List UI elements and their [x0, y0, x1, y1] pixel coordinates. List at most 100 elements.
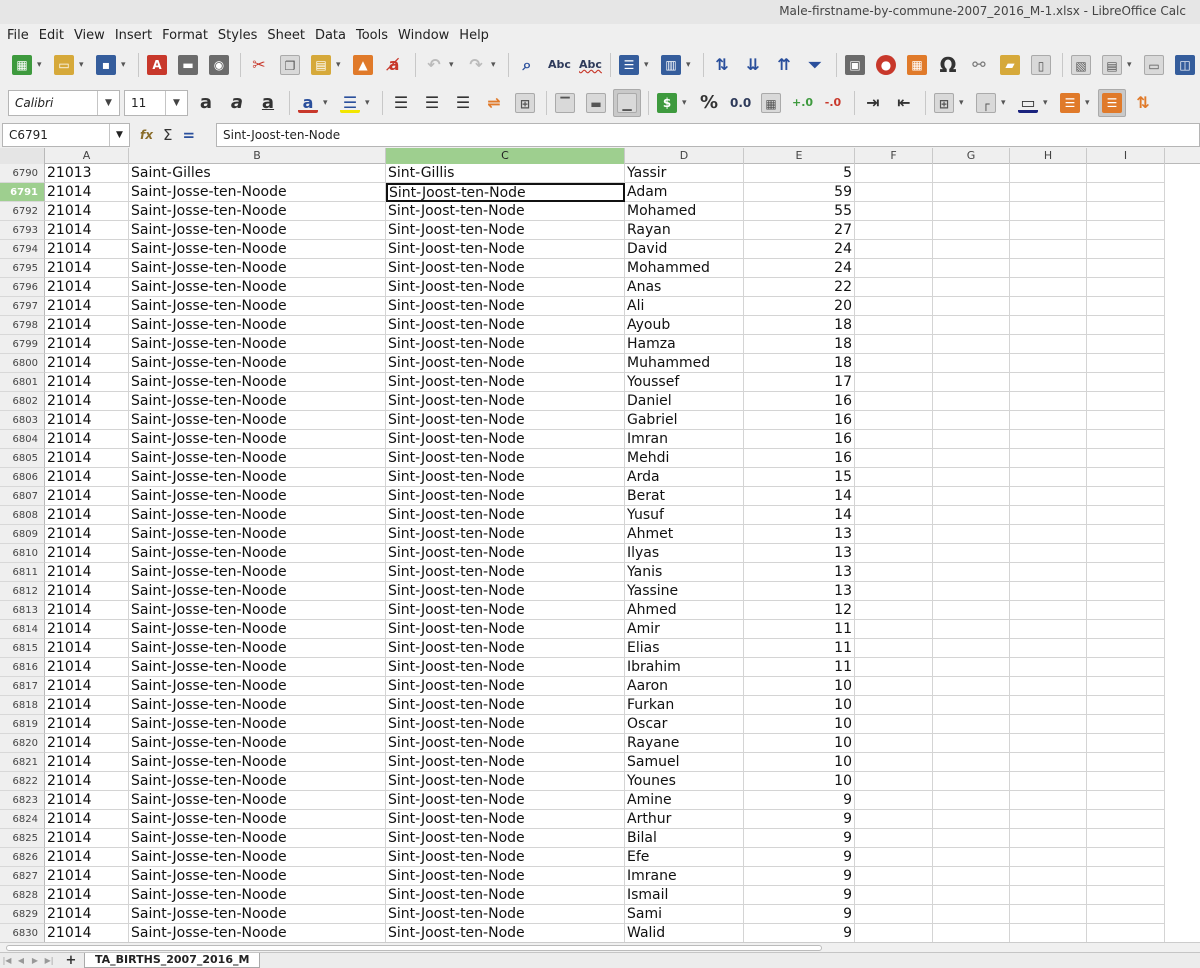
cell-c[interactable]: Sint-Joost-ten-Node	[386, 316, 625, 335]
menu-format[interactable]: Format	[157, 28, 213, 43]
cell-c[interactable]: Sint-Joost-ten-Node	[386, 487, 625, 506]
cell-g[interactable]	[933, 791, 1010, 810]
sort-button[interactable]: ⇅	[708, 51, 736, 79]
date-format-button[interactable]: ▦	[757, 89, 785, 117]
save-dropdown-icon[interactable]: ▾	[121, 60, 131, 70]
freeze-dropdown-icon[interactable]: ▾	[1127, 60, 1137, 70]
column-header-f[interactable]: F	[855, 148, 933, 164]
row-dropdown-icon[interactable]: ▾	[644, 60, 654, 70]
cell-c[interactable]: Sint-Joost-ten-Node	[386, 506, 625, 525]
cell-g[interactable]	[933, 867, 1010, 886]
cell-i[interactable]	[1087, 905, 1165, 924]
menu-help[interactable]: Help	[454, 28, 494, 43]
cell-e[interactable]: 10	[744, 734, 855, 753]
cell-a[interactable]: 21014	[45, 544, 129, 563]
cell-a[interactable]: 21013	[45, 164, 129, 183]
redo-button[interactable]: ↷	[462, 51, 490, 79]
cell-h[interactable]	[1010, 886, 1087, 905]
border-color-button[interactable]: ▭	[1014, 89, 1042, 117]
cell-g[interactable]	[933, 734, 1010, 753]
cell-c[interactable]: Sint-Joost-ten-Node	[386, 791, 625, 810]
row-header[interactable]: 6811	[0, 563, 45, 582]
cell-g[interactable]	[933, 259, 1010, 278]
cell-h[interactable]	[1010, 620, 1087, 639]
cell-e[interactable]: 10	[744, 715, 855, 734]
bold-button[interactable]: a	[192, 89, 220, 117]
align-right-button[interactable]: ☰	[449, 89, 477, 117]
cell-g[interactable]	[933, 525, 1010, 544]
undo-button[interactable]: ↶	[420, 51, 448, 79]
row-header[interactable]: 6821	[0, 753, 45, 772]
cell-b[interactable]: Saint-Josse-ten-Noode	[129, 335, 386, 354]
cell-a[interactable]: 21014	[45, 620, 129, 639]
cell-f[interactable]	[855, 601, 933, 620]
cell-a[interactable]: 21014	[45, 240, 129, 259]
row-header[interactable]: 6801	[0, 373, 45, 392]
row-header[interactable]: 6795	[0, 259, 45, 278]
cell-g[interactable]	[933, 392, 1010, 411]
cell-f[interactable]	[855, 810, 933, 829]
cell-h[interactable]	[1010, 221, 1087, 240]
cell-d[interactable]: Amine	[625, 791, 744, 810]
cell-d[interactable]: Mohamed	[625, 202, 744, 221]
cell-c[interactable]: Sint-Joost-ten-Node	[386, 240, 625, 259]
cell-b[interactable]: Saint-Josse-ten-Noode	[129, 316, 386, 335]
add-decimal-button[interactable]: +.0	[788, 89, 816, 117]
row-header[interactable]: 6814	[0, 620, 45, 639]
cell-b[interactable]: Saint-Josse-ten-Noode	[129, 848, 386, 867]
sum-icon[interactable]: Σ	[163, 126, 172, 144]
cell-f[interactable]	[855, 183, 933, 202]
cell-b[interactable]: Saint-Josse-ten-Noode	[129, 601, 386, 620]
row-header[interactable]: 6822	[0, 772, 45, 791]
cell-d[interactable]: Mohammed	[625, 259, 744, 278]
cell-e[interactable]: 24	[744, 240, 855, 259]
borders-dropdown-icon[interactable]: ▾	[959, 98, 969, 108]
clear-formatting-button[interactable]: a̸	[380, 51, 408, 79]
save-button[interactable]: ▪	[92, 51, 120, 79]
formula-input[interactable]: Sint-Joost-ten-Node	[216, 123, 1200, 147]
cell-b[interactable]: Saint-Josse-ten-Noode	[129, 677, 386, 696]
cell-b[interactable]: Saint-Josse-ten-Noode	[129, 259, 386, 278]
cell-g[interactable]	[933, 354, 1010, 373]
cell-d[interactable]: Ilyas	[625, 544, 744, 563]
cell-e[interactable]: 59	[744, 183, 855, 202]
cell-h[interactable]	[1010, 753, 1087, 772]
cell-d[interactable]: Walid	[625, 924, 744, 942]
cell-c[interactable]: Sint-Joost-ten-Node	[386, 753, 625, 772]
cell-g[interactable]	[933, 772, 1010, 791]
row-header[interactable]: 6808	[0, 506, 45, 525]
hyperlink-button[interactable]: ⚯	[965, 51, 993, 79]
cell-f[interactable]	[855, 506, 933, 525]
cell-i[interactable]	[1087, 772, 1165, 791]
paste-button[interactable]: ▤	[307, 51, 335, 79]
cell-c[interactable]: Sint-Joost-ten-Node	[386, 848, 625, 867]
cell-d[interactable]: Ismail	[625, 886, 744, 905]
cell-f[interactable]	[855, 449, 933, 468]
cell-e[interactable]: 14	[744, 506, 855, 525]
cell-e[interactable]: 9	[744, 867, 855, 886]
cell-f[interactable]	[855, 753, 933, 772]
font-color-dropdown-icon[interactable]: ▾	[323, 98, 333, 108]
cell-f[interactable]	[855, 278, 933, 297]
cell-g[interactable]	[933, 221, 1010, 240]
cell-d[interactable]: Arthur	[625, 810, 744, 829]
undo-dropdown-icon[interactable]: ▾	[449, 60, 459, 70]
cell-i[interactable]	[1087, 335, 1165, 354]
cell-c[interactable]: Sint-Gillis	[386, 164, 625, 183]
cell-e[interactable]: 20	[744, 297, 855, 316]
row-header[interactable]: 6802	[0, 392, 45, 411]
find-replace-button[interactable]: ⌕	[513, 51, 541, 79]
cell-c[interactable]: Sint-Joost-ten-Node	[386, 449, 625, 468]
active-cell[interactable]: Sint-Joost-ten-Node	[386, 183, 625, 202]
cell-f[interactable]	[855, 620, 933, 639]
cell-c[interactable]: Sint-Joost-ten-Node	[386, 354, 625, 373]
currency-format-button[interactable]: $	[653, 89, 681, 117]
cell-b[interactable]: Saint-Josse-ten-Noode	[129, 487, 386, 506]
cell-e[interactable]: 16	[744, 392, 855, 411]
cell-e[interactable]: 24	[744, 259, 855, 278]
special-character-button[interactable]: Ω	[934, 51, 962, 79]
cell-i[interactable]	[1087, 259, 1165, 278]
cell-h[interactable]	[1010, 696, 1087, 715]
cell-g[interactable]	[933, 373, 1010, 392]
row-header[interactable]: 6828	[0, 886, 45, 905]
